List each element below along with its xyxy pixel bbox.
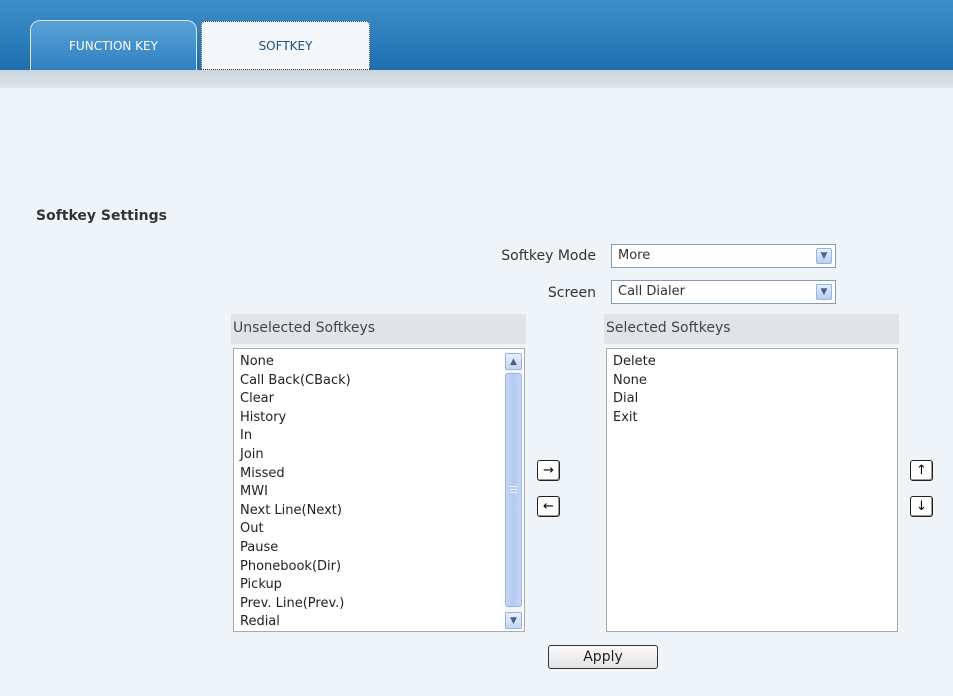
softkey-mode-value: More	[618, 248, 651, 263]
list-item[interactable]: Pickup	[240, 576, 524, 595]
tab-function-key-label: FUNCTION KEY	[69, 38, 158, 53]
list-item[interactable]: Next Line(Next)	[240, 502, 524, 521]
list-item[interactable]: Delete	[613, 353, 897, 372]
chevron-down-icon[interactable]: ▼	[816, 284, 832, 300]
list-item[interactable]: MWI	[240, 483, 524, 502]
softkey-mode-label: Softkey Mode	[501, 248, 596, 264]
list-item[interactable]: Clear	[240, 390, 524, 409]
move-down-button[interactable]: ↓	[910, 496, 933, 517]
selected-softkeys-header: Selected Softkeys	[604, 314, 899, 344]
list-item[interactable]: None	[613, 372, 897, 391]
selected-softkeys-list[interactable]: Delete None Dial Exit	[606, 348, 898, 632]
chevron-down-icon[interactable]: ▼	[816, 248, 832, 264]
list-item[interactable]: Dial	[613, 390, 897, 409]
screen-label: Screen	[547, 285, 596, 301]
tab-softkey[interactable]: SOFTKEY	[201, 21, 370, 70]
scroll-thumb[interactable]	[505, 373, 522, 607]
list-item[interactable]: Prev. Line(Prev.)	[240, 595, 524, 614]
chevron-down-icon[interactable]: ▼	[505, 612, 522, 629]
unselected-softkeys-header: Unselected Softkeys	[231, 314, 526, 344]
section-title: Softkey Settings	[36, 208, 167, 224]
apply-button[interactable]: Apply	[548, 645, 658, 669]
list-item[interactable]: Join	[240, 446, 524, 465]
screen-value: Call Dialer	[618, 284, 685, 299]
header-subbar	[0, 70, 953, 88]
list-item[interactable]: History	[240, 409, 524, 428]
add-softkey-button[interactable]: →	[537, 460, 560, 481]
screen-select[interactable]: Call Dialer ▼	[611, 280, 836, 304]
list-item[interactable]: None	[240, 353, 524, 372]
list-item[interactable]: In	[240, 427, 524, 446]
grip-icon	[510, 486, 517, 495]
move-up-button[interactable]: ↑	[910, 460, 933, 481]
list-item[interactable]: Redial	[240, 613, 524, 631]
list-item[interactable]: Call Back(CBack)	[240, 372, 524, 391]
tab-function-key[interactable]: FUNCTION KEY	[30, 20, 197, 70]
list-item[interactable]: Missed	[240, 465, 524, 484]
chevron-up-icon[interactable]: ▲	[505, 353, 522, 370]
list-item[interactable]: Pause	[240, 539, 524, 558]
list-item[interactable]: Out	[240, 520, 524, 539]
unselected-softkeys-list[interactable]: None Call Back(CBack) Clear History In Join Mi…	[233, 348, 525, 632]
tab-softkey-label: SOFTKEY	[258, 38, 313, 53]
softkey-mode-select[interactable]: More ▼	[611, 244, 836, 268]
remove-softkey-button[interactable]: ←	[537, 496, 560, 517]
list-item[interactable]: Phonebook(Dir)	[240, 558, 524, 577]
scrollbar[interactable]: ▲ ▼	[505, 353, 522, 629]
list-item[interactable]: Exit	[613, 409, 897, 428]
